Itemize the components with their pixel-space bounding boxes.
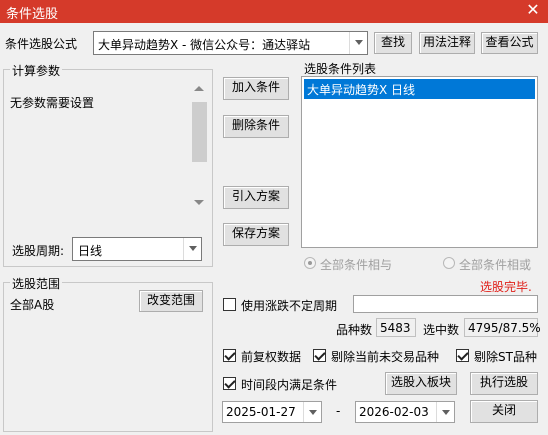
formula-select[interactable]: 大单异动趋势X - 微信公众号：通达驿站	[93, 31, 368, 55]
date-from-picker[interactable]: 2025-01-27	[222, 401, 322, 423]
all-and-label: 全部条件相与	[320, 258, 393, 272]
date-separator: -	[336, 404, 341, 418]
irregular-period-label: 使用涨跌不定周期	[241, 299, 338, 313]
chevron-down-icon[interactable]	[303, 402, 321, 422]
exclude-untraded-label: 剔除当前未交易品种	[331, 350, 440, 364]
irregular-period-input[interactable]	[353, 295, 538, 313]
count-box: 5483	[376, 318, 416, 337]
change-range-button[interactable]: 改变范围	[139, 290, 203, 312]
add-condition-button[interactable]: 加入条件	[223, 77, 289, 100]
date-to-picker[interactable]: 2026-02-03	[355, 401, 455, 423]
all-or-radio[interactable]	[443, 257, 455, 269]
irregular-period-checkbox[interactable]	[223, 298, 236, 311]
all-or-label: 全部条件相或	[459, 258, 532, 272]
date-to-value: 2026-02-03	[359, 405, 429, 419]
period-label: 选股周期:	[12, 244, 65, 258]
period-value: 日线	[78, 244, 103, 258]
run-button[interactable]: 执行选股	[470, 372, 538, 395]
count-label: 品种数	[336, 323, 373, 337]
view-formula-button[interactable]: 查看公式	[481, 32, 538, 54]
selected-label: 选中数	[423, 323, 460, 337]
window-title: 条件选股	[6, 7, 59, 22]
params-text: 无参数需要设置	[10, 96, 95, 110]
exclude-st-label: 剔除ST品种	[474, 350, 537, 364]
adjust-label: 前复权数据	[241, 350, 302, 364]
range-value: 全部A股	[10, 298, 55, 312]
scroll-down-icon[interactable]	[194, 200, 204, 205]
period-all-label: 时间段内满足条件	[241, 378, 338, 392]
all-and-radio[interactable]	[304, 257, 316, 269]
conditions-label: 选股条件列表	[304, 62, 377, 76]
params-scrollbar[interactable]	[192, 86, 207, 208]
count-value: 5483	[380, 321, 411, 335]
title-bar: 条件选股 ✕	[0, 0, 548, 23]
save-plan-button[interactable]: 保存方案	[223, 223, 289, 246]
range-group-title: 选股范围	[10, 275, 63, 292]
scroll-up-icon[interactable]	[194, 86, 204, 91]
selected-value: 4795/87.5%	[468, 321, 541, 335]
scrollbar-thumb[interactable]	[192, 102, 207, 162]
chevron-down-icon[interactable]	[183, 238, 201, 260]
params-group-title: 计算参数	[10, 62, 63, 79]
period-all-checkbox[interactable]	[223, 377, 236, 390]
chevron-down-icon[interactable]	[436, 402, 454, 422]
list-item[interactable]: 大单异动趋势X 日线	[304, 79, 535, 99]
close-icon[interactable]: ✕	[522, 0, 544, 22]
selected-box: 4795/87.5%	[464, 318, 541, 337]
date-from-value: 2025-01-27	[226, 405, 296, 419]
exclude-st-checkbox[interactable]	[456, 349, 469, 362]
close-button[interactable]: 关闭	[470, 400, 538, 423]
delete-condition-button[interactable]: 删除条件	[223, 115, 289, 138]
exclude-untraded-checkbox[interactable]	[313, 349, 326, 362]
to-block-button[interactable]: 选股入板块	[385, 372, 457, 395]
find-button[interactable]: 查找	[374, 32, 412, 54]
usage-button[interactable]: 用法注释	[419, 32, 475, 54]
conditions-list[interactable]: 大单异动趋势X 日线	[301, 76, 538, 248]
import-plan-button[interactable]: 引入方案	[223, 186, 289, 209]
adjust-checkbox[interactable]	[223, 349, 236, 362]
period-select[interactable]: 日线	[72, 237, 202, 261]
chevron-down-icon[interactable]	[349, 32, 367, 54]
status-text: 选股完毕.	[480, 280, 532, 294]
condition-item-label: 大单异动趋势X 日线	[307, 83, 416, 97]
formula-value: 大单异动趋势X - 微信公众号：通达驿站	[98, 38, 311, 52]
formula-label: 条件选股公式	[5, 37, 78, 51]
